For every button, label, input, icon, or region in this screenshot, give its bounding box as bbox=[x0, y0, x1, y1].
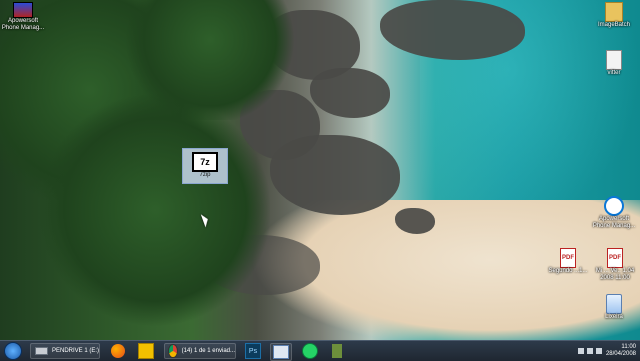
desktop-icon-pdf-2[interactable]: PDF Mi ... Ve.. 1.04 2008 11:00 bbox=[592, 248, 638, 282]
desktop-icon-imagebatch[interactable]: ImageBatch bbox=[594, 2, 634, 29]
desktop-icon-phone-manager[interactable]: Apowersoft Phone Manag... bbox=[0, 2, 46, 32]
tray-icons bbox=[577, 348, 602, 354]
phone-manager-icon bbox=[13, 2, 33, 18]
network-icon bbox=[586, 348, 593, 354]
whatsapp-icon bbox=[302, 343, 318, 359]
system-tray[interactable]: 11:00 28/04/2008 bbox=[566, 343, 638, 359]
desktop-icon-pdf-1[interactable]: PDF Segundo ...1... bbox=[546, 248, 590, 275]
taskbar-usb-drive[interactable]: PENDRIVE 1 (E:) bbox=[30, 343, 100, 359]
desktop-icon-7zip-selected[interactable]: 7z 7zip bbox=[182, 148, 228, 184]
taskbar-whatsapp[interactable] bbox=[300, 343, 320, 359]
rock bbox=[380, 0, 525, 60]
pdf-icon: PDF bbox=[560, 248, 576, 268]
recycle-bin-icon bbox=[606, 294, 622, 314]
desktop-icon-label: Mi ... Ve.. 1.04 2008 11:00 bbox=[595, 268, 635, 281]
desktop-wallpaper: Apowersoft Phone Manag... ImageBatch vit… bbox=[0, 0, 640, 340]
volume-icon bbox=[577, 348, 584, 354]
taskbar-app-handle[interactable] bbox=[330, 343, 344, 359]
phone-manager-icon bbox=[604, 196, 624, 216]
rock bbox=[310, 68, 390, 118]
chrome-icon bbox=[168, 344, 178, 358]
pdf-icon: PDF bbox=[607, 248, 623, 268]
desktop-icon-label: 7zip bbox=[199, 172, 211, 178]
taskbar-chrome-label: (14) 1 de 1 enviad... bbox=[181, 348, 235, 354]
photoshop-icon: Ps bbox=[245, 343, 261, 359]
foliage bbox=[120, 0, 300, 120]
taskbar-window[interactable] bbox=[270, 343, 292, 361]
taskbar-media-player[interactable] bbox=[136, 343, 156, 359]
tray-date: 28/04/2008 bbox=[605, 351, 636, 357]
desktop-icon-label: vitter bbox=[607, 70, 621, 76]
desktop-icon-label: Apowersoft Phone Manag... bbox=[592, 216, 636, 229]
taskbar: PENDRIVE 1 (E:) (14) 1 de 1 enviad... Ps… bbox=[0, 340, 640, 361]
windows-start-icon bbox=[4, 342, 22, 360]
desktop-icon-phone-manager-2[interactable]: Apowersoft Phone Manag... bbox=[592, 196, 636, 230]
tray-time: 11:00 bbox=[621, 344, 636, 350]
usb-drive-icon bbox=[35, 347, 48, 355]
action-center-icon bbox=[595, 348, 602, 354]
desktop-icon-vitter[interactable]: vitter bbox=[596, 50, 632, 77]
folder-icon bbox=[605, 2, 623, 22]
taskbar-firefox[interactable] bbox=[108, 343, 128, 359]
desktop-icon-recycle-bin[interactable]: Lixeira bbox=[596, 294, 632, 321]
7zip-glyph-text: 7z bbox=[200, 157, 210, 167]
foliage bbox=[40, 90, 270, 330]
taskbar-photoshop[interactable]: Ps bbox=[244, 343, 262, 359]
app-handle-icon bbox=[332, 344, 342, 358]
desktop-icon-label: Segundo ...1... bbox=[548, 268, 588, 274]
7zip-icon: 7z bbox=[192, 152, 218, 172]
desktop-icon-label: ImageBatch bbox=[597, 22, 631, 28]
taskbar-usb-label: PENDRIVE 1 (E:) bbox=[51, 348, 99, 354]
document-icon bbox=[606, 50, 622, 70]
window-icon bbox=[273, 345, 289, 359]
desktop-icon-label: Apowersoft Phone Manag... bbox=[1, 18, 45, 31]
taskbar-chrome-window[interactable]: (14) 1 de 1 enviad... bbox=[164, 343, 236, 359]
firefox-icon bbox=[111, 344, 125, 358]
start-button[interactable] bbox=[2, 342, 24, 360]
rock bbox=[395, 208, 435, 234]
desktop-icon-label: Lixeira bbox=[605, 314, 623, 320]
media-player-icon bbox=[138, 343, 154, 359]
